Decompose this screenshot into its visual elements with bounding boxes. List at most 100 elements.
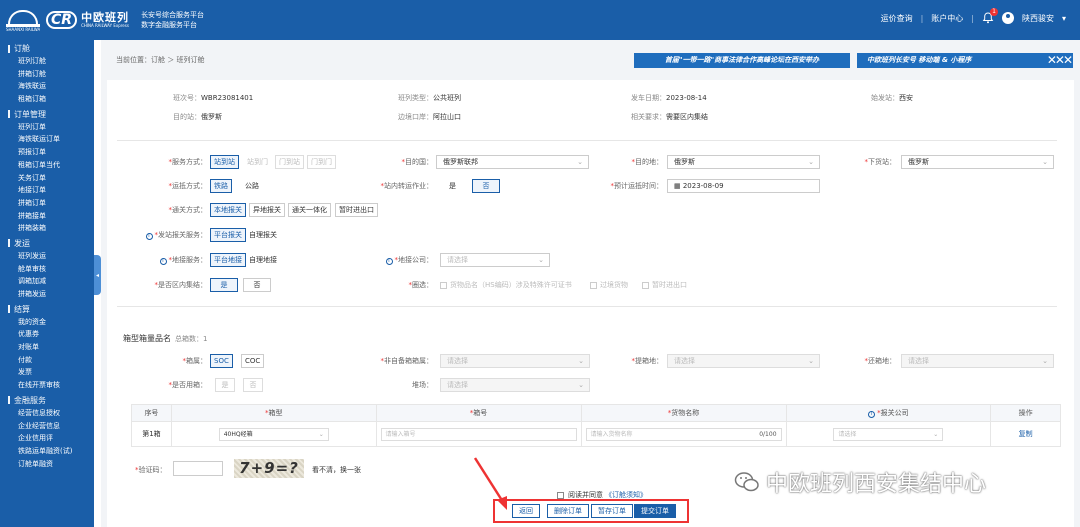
user-name[interactable]: 陕西骏安 bbox=[1022, 13, 1054, 24]
ship-no[interactable]: 否 bbox=[243, 378, 263, 392]
copy-row-link[interactable]: 复制 bbox=[1019, 430, 1033, 438]
zone-check-hs[interactable]: 货物品名（HS编码）涉及特殊许可证书 bbox=[440, 280, 572, 290]
transport-rail[interactable]: 铁路 bbox=[210, 179, 232, 193]
pick-select[interactable]: 请选择 ⌄ bbox=[667, 354, 820, 368]
customs-temporary[interactable]: 暂时进出口 bbox=[335, 203, 378, 217]
yard-select[interactable]: 请选择 ⌄ bbox=[440, 378, 590, 392]
dep-customs-label: i *发站报关服务： bbox=[127, 230, 207, 240]
pick-label: *提箱地： bbox=[631, 357, 664, 365]
help-icon[interactable]: i bbox=[145, 233, 153, 240]
box-coc[interactable]: COC bbox=[241, 354, 265, 368]
sidebar-item[interactable]: 海铁联运 bbox=[0, 80, 94, 93]
sidebar-item[interactable]: 对账单 bbox=[0, 341, 94, 354]
customs-integrated[interactable]: 通关一体化 bbox=[288, 203, 331, 217]
sidebar-item[interactable]: 海铁联运订单 bbox=[0, 133, 94, 146]
sidebar-item[interactable]: 发票 bbox=[0, 366, 94, 379]
sidebar-item[interactable]: 订舱单融资 bbox=[0, 458, 94, 471]
sidebar-item[interactable]: 我的资金 bbox=[0, 316, 94, 329]
transfer-yes[interactable]: 是 bbox=[445, 179, 460, 193]
bell-icon[interactable]: 1 bbox=[982, 8, 998, 24]
save-draft-button[interactable]: 暂存订单 bbox=[591, 504, 633, 518]
sidebar-item[interactable]: 拼箱订舱 bbox=[0, 68, 94, 81]
dep-customs-self[interactable]: 自理报关 bbox=[245, 228, 281, 242]
local-company-select[interactable]: 请选择 ⌄ bbox=[440, 253, 550, 267]
sidebar-item[interactable]: 租箱订箱 bbox=[0, 93, 94, 106]
zone-no[interactable]: 否 bbox=[243, 278, 271, 292]
sidebar-item[interactable]: 经营信息授权 bbox=[0, 407, 94, 420]
local-service-self[interactable]: 自理地接 bbox=[245, 253, 281, 267]
sidebar-group-title[interactable]: 订舱 bbox=[0, 42, 94, 55]
service-door-to-door[interactable]: 门到门 bbox=[307, 155, 336, 169]
sidebar-item[interactable]: 班列订单 bbox=[0, 121, 94, 134]
help-icon[interactable]: i bbox=[385, 258, 393, 265]
avatar[interactable] bbox=[1001, 12, 1014, 24]
row-index: 第1箱 bbox=[131, 421, 172, 447]
banner-mobile[interactable]: 中欧班列长安号 移动端 & 小程序 ✕✕✕ bbox=[857, 53, 1073, 68]
own-type-select[interactable]: 请选择 ⌄ bbox=[440, 354, 590, 368]
sidebar-item[interactable]: 企业信用评 bbox=[0, 432, 94, 445]
arrive-time-input[interactable]: ▦ 2023-08-09 bbox=[667, 179, 820, 193]
customs-label: *通关方式： bbox=[168, 206, 208, 214]
customs-remote[interactable]: 异地报关 bbox=[249, 203, 285, 217]
transfer-no[interactable]: 否 bbox=[472, 179, 500, 193]
sidebar-item[interactable]: 在线开票审核 bbox=[0, 379, 94, 392]
sidebar-item[interactable]: 付款 bbox=[0, 354, 94, 367]
box-no-input[interactable]: 请输入箱号 bbox=[380, 427, 577, 441]
local-service-platform[interactable]: 平台地接 bbox=[210, 253, 246, 267]
zone-check-transit[interactable]: 过境货物 bbox=[590, 280, 628, 290]
sidebar-item[interactable]: 租箱订单当代 bbox=[0, 159, 94, 172]
delete-order-button[interactable]: 删除订单 bbox=[547, 504, 589, 518]
wechat-icon bbox=[734, 471, 760, 493]
zone-extra-label: *圈选： bbox=[408, 281, 434, 289]
sidebar-item[interactable]: 铁路运单融资(试) bbox=[0, 445, 94, 458]
help-icon[interactable]: i bbox=[868, 411, 876, 418]
captcha-input[interactable] bbox=[173, 461, 223, 476]
zone-yes[interactable]: 是 bbox=[210, 278, 238, 292]
dest-country-select[interactable]: 俄罗斯联邦 ⌄ bbox=[436, 155, 589, 169]
sidebar-item[interactable]: 关务订单 bbox=[0, 172, 94, 185]
service-station-to-door[interactable]: 站到门 bbox=[243, 155, 272, 169]
help-icon[interactable]: i bbox=[159, 258, 167, 265]
sidebar-item[interactable]: 优惠券 bbox=[0, 328, 94, 341]
sidebar-collapse-button[interactable]: ◂ bbox=[94, 255, 101, 295]
sidebar-item[interactable]: 舱单审核 bbox=[0, 263, 94, 276]
sidebar-item[interactable]: 预报订单 bbox=[0, 146, 94, 159]
transport-road[interactable]: 公路 bbox=[241, 179, 263, 193]
sidebar-group-title[interactable]: 订单管理 bbox=[0, 108, 94, 121]
service-door-to-station[interactable]: 门到站 bbox=[275, 155, 304, 169]
sidebar-group-title[interactable]: 结算 bbox=[0, 303, 94, 316]
box-soc[interactable]: SOC bbox=[210, 354, 233, 368]
banner-forum[interactable]: 首届"一带一路"商事法律合作高峰论坛在西安举办 bbox=[634, 53, 850, 68]
customs-local[interactable]: 本地报关 bbox=[210, 203, 246, 217]
return-select[interactable]: 请选择 ⌄ bbox=[901, 354, 1054, 368]
ship-yes[interactable]: 是 bbox=[215, 378, 235, 392]
sidebar-item[interactable]: 班列订舱 bbox=[0, 55, 94, 68]
dest-city-select[interactable]: 俄罗斯 ⌄ bbox=[667, 155, 820, 169]
yard-label: 堆场： bbox=[412, 381, 433, 389]
back-button[interactable]: 返回 bbox=[512, 504, 540, 518]
sidebar-item[interactable]: 地接订单 bbox=[0, 184, 94, 197]
freight-query-link[interactable]: 运价查询 bbox=[881, 13, 913, 24]
submit-order-button[interactable]: 提交订单 bbox=[634, 504, 676, 518]
captcha-refresh-link[interactable]: 看不清，换一张 bbox=[312, 465, 361, 475]
sidebar-item[interactable]: 拼箱装箱 bbox=[0, 222, 94, 235]
sidebar-item[interactable]: 拼箱发运 bbox=[0, 288, 94, 301]
service-station-to-station[interactable]: 站到站 bbox=[210, 155, 239, 169]
sidebar-item[interactable]: 班列发运 bbox=[0, 250, 94, 263]
dep-customs-platform[interactable]: 平台报关 bbox=[210, 228, 246, 242]
box-type-select[interactable]: 40HQ经箱 ⌄ bbox=[218, 427, 329, 441]
logo[interactable]: SHAANXI RAILWAY CR 中欧班列 CHINA RAILWAY Ex… bbox=[6, 6, 204, 34]
company-select[interactable]: 请选择 ⌄ bbox=[833, 427, 944, 441]
sidebar-item[interactable]: 调箱加减 bbox=[0, 275, 94, 288]
zone-check-temporary[interactable]: 暂时进出口 bbox=[642, 280, 687, 290]
unload-station-select[interactable]: 俄罗斯 ⌄ bbox=[901, 155, 1054, 169]
account-center-link[interactable]: 账户中心 bbox=[931, 13, 963, 24]
captcha-image[interactable]: 7+9=? bbox=[234, 459, 304, 478]
goods-input[interactable]: 请输入货物名称 0/100 bbox=[585, 427, 782, 441]
sidebar-group-title[interactable]: 发运 bbox=[0, 237, 94, 250]
sidebar-item[interactable]: 企业经营信息 bbox=[0, 420, 94, 433]
sidebar-item[interactable]: 拼箱订单 bbox=[0, 197, 94, 210]
sidebar-item[interactable]: 拼箱接单 bbox=[0, 210, 94, 223]
sidebar-group-title[interactable]: 金融服务 bbox=[0, 394, 94, 407]
chevron-down-icon[interactable]: ▾ bbox=[1062, 14, 1066, 23]
